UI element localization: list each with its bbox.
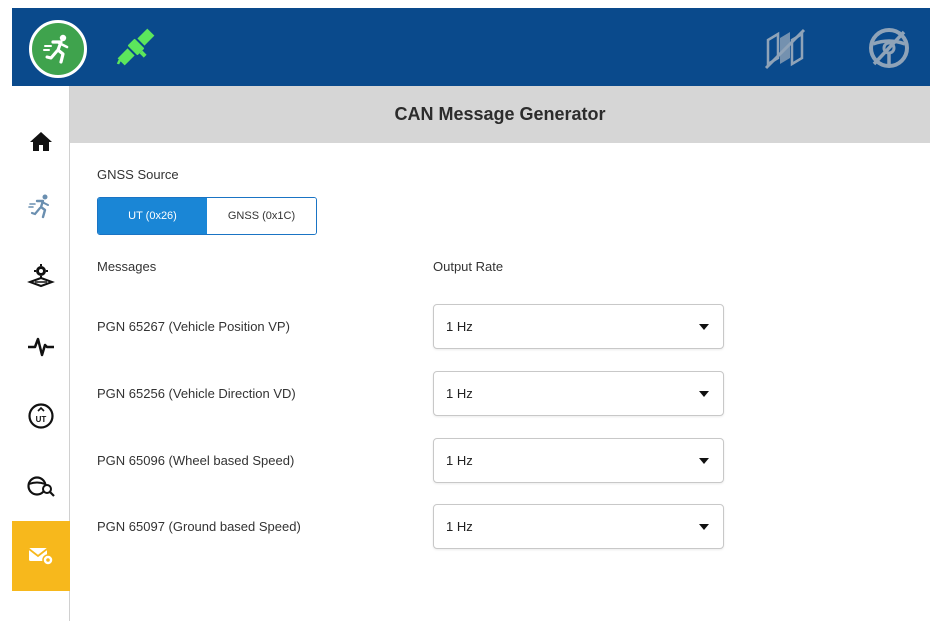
app-logo-runner-icon[interactable] (29, 20, 87, 78)
dropdown-arrow-icon (699, 391, 709, 397)
message-label-wheel-speed: PGN 65096 (Wheel based Speed) (97, 453, 295, 468)
app-window: UT CAN Message Generator GNSS Source UT … (0, 0, 930, 621)
sidebar-item-home[interactable] (12, 106, 70, 176)
gnss-source-label: GNSS Source (97, 167, 179, 182)
page-title: CAN Message Generator (394, 104, 606, 124)
steering-disabled-icon[interactable] (864, 24, 914, 72)
sidebar: UT (12, 86, 70, 621)
field-disabled-icon[interactable] (760, 24, 810, 72)
output-rate-select-vd[interactable]: 1 Hz (433, 371, 724, 416)
gnss-option-gnss[interactable]: GNSS (0x1C) (207, 198, 316, 234)
sidebar-item-field-settings[interactable] (12, 241, 70, 311)
output-rate-select-ground-speed[interactable]: 1 Hz (433, 504, 724, 549)
ut-icon: UT (28, 403, 54, 429)
output-rate-value: 1 Hz (446, 319, 473, 334)
satellite-icon[interactable] (112, 22, 160, 72)
message-label-ground-speed: PGN 65097 (Ground based Speed) (97, 519, 301, 534)
message-gear-icon (28, 548, 54, 566)
sidebar-item-ut[interactable]: UT (12, 381, 70, 451)
runner-icon (28, 194, 49, 219)
sidebar-item-can-message[interactable] (12, 521, 70, 591)
sidebar-item-runner[interactable] (12, 171, 70, 241)
output-rate-value: 1 Hz (446, 453, 473, 468)
sidebar-item-steering-search[interactable] (12, 451, 70, 521)
output-rate-column-header: Output Rate (433, 259, 504, 274)
dropdown-arrow-icon (699, 458, 709, 464)
output-rate-value: 1 Hz (446, 386, 473, 401)
field-settings-icon (27, 264, 55, 288)
dropdown-arrow-icon (699, 524, 709, 530)
messages-column-header: Messages (97, 259, 157, 274)
top-bar (12, 8, 930, 86)
message-label-vp: PGN 65267 (Vehicle Position VP) (97, 319, 290, 334)
sidebar-item-diagnostics[interactable] (12, 311, 70, 381)
gnss-option-ut[interactable]: UT (0x26) (98, 198, 207, 234)
page-header: CAN Message Generator (70, 86, 930, 143)
output-rate-select-wheel-speed[interactable]: 1 Hz (433, 438, 724, 483)
message-label-vd: PGN 65256 (Vehicle Direction VD) (97, 386, 296, 401)
output-rate-value: 1 Hz (446, 519, 473, 534)
output-rate-select-vp[interactable]: 1 Hz (433, 304, 724, 349)
svg-text:UT: UT (36, 415, 47, 424)
dropdown-arrow-icon (699, 324, 709, 330)
gnss-source-toggle: UT (0x26) GNSS (0x1C) (97, 197, 317, 235)
home-icon (30, 132, 52, 151)
steering-search-icon (27, 476, 55, 497)
pulse-icon (28, 337, 54, 357)
